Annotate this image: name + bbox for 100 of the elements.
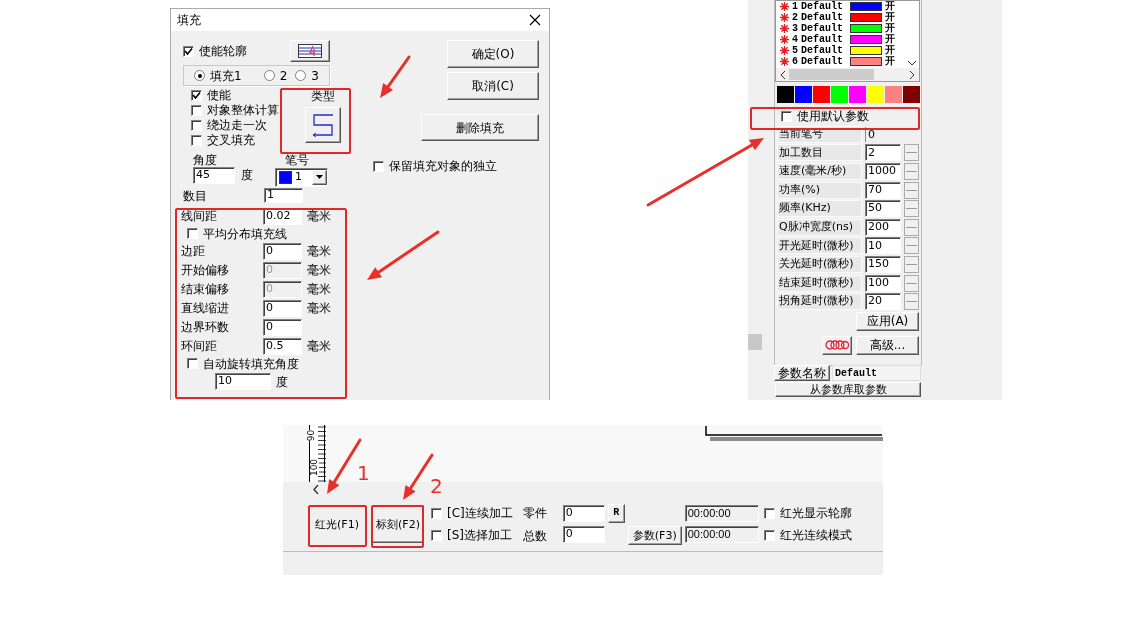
- asterisk-icon: [780, 13, 789, 22]
- radio-button[interactable]: 2: [263, 69, 288, 82]
- fill-type-button[interactable]: [305, 107, 341, 143]
- input-field[interactable]: 200: [865, 218, 901, 236]
- dialog-button[interactable]: 删除填充: [421, 114, 539, 141]
- input-field[interactable]: 10: [215, 373, 271, 391]
- unit-label: 毫米: [307, 281, 331, 299]
- input-field[interactable]: 20: [865, 293, 901, 311]
- reset-button[interactable]: R: [607, 503, 625, 523]
- scroll-right-icon[interactable]: [910, 70, 915, 79]
- counter-label: 零件: [522, 504, 547, 522]
- input-field[interactable]: 0.5: [263, 337, 302, 355]
- advanced-button[interactable]: 高级...: [856, 335, 919, 355]
- load-params-button[interactable]: 从参数库取参数: [775, 381, 921, 397]
- caret-icon: [316, 175, 323, 180]
- color-swatch[interactable]: [777, 86, 794, 103]
- input-field[interactable]: 1: [264, 188, 303, 204]
- spinner-icon[interactable]: [904, 144, 919, 162]
- scroll-left-icon[interactable]: [780, 70, 785, 79]
- serpentine-icon: [310, 113, 336, 137]
- option-checkbox[interactable]: 对象整体计算: [191, 104, 279, 116]
- radio-button[interactable]: 填充1: [194, 69, 242, 82]
- param-value: 0: [865, 126, 875, 142]
- hatch-button[interactable]: [290, 40, 330, 62]
- option-checkbox[interactable]: 交叉填充: [191, 134, 279, 146]
- field-label: 笔号: [285, 154, 310, 167]
- input-field[interactable]: 1000: [865, 163, 901, 180]
- field-label: 角度: [193, 154, 218, 167]
- color-swatch[interactable]: [795, 86, 812, 103]
- input-field[interactable]: 10: [865, 237, 901, 255]
- param-label: Q脉冲宽度(ns): [777, 218, 862, 236]
- color-swatch[interactable]: [885, 86, 902, 103]
- input-field[interactable]: 45: [193, 166, 235, 184]
- hatch-icon: [298, 44, 322, 58]
- unit-label: 毫米: [307, 300, 331, 318]
- pen-name: Default: [801, 33, 844, 45]
- input-field[interactable]: 0: [562, 526, 605, 543]
- dialog-button[interactable]: 确定(O): [447, 40, 539, 68]
- pen-row[interactable]: 4 Default 开: [776, 34, 919, 45]
- option-checkbox[interactable]: 使能: [191, 89, 279, 101]
- input-field[interactable]: 0: [263, 318, 302, 336]
- spinner-icon[interactable]: [904, 274, 919, 292]
- input-field[interactable]: 0: [263, 242, 302, 260]
- color-swatch[interactable]: [903, 86, 920, 103]
- mode-checkbox[interactable]: [S]选择加工: [431, 529, 513, 541]
- mode-checkbox[interactable]: [C]连续加工: [431, 507, 513, 519]
- rings-button[interactable]: [822, 335, 852, 355]
- preview-checkbox[interactable]: 红光显示轮廓: [763, 507, 852, 519]
- scrollbar-thumb[interactable]: [789, 69, 874, 80]
- close-icon[interactable]: [529, 14, 541, 26]
- input-field[interactable]: 0: [562, 505, 605, 522]
- pen-dropdown[interactable]: 1: [275, 167, 328, 187]
- setting-checkbox[interactable]: 自动旋转填充角度: [187, 357, 299, 370]
- input-field[interactable]: 150: [865, 255, 901, 273]
- field-label: 边界环数: [181, 319, 230, 337]
- option-checkbox[interactable]: 绕边走一次: [191, 119, 279, 131]
- highlight-frame: [371, 505, 424, 548]
- spinner-icon[interactable]: [904, 293, 919, 311]
- asterisk-icon: [780, 24, 789, 33]
- input-field[interactable]: 100: [865, 274, 901, 292]
- pen-row[interactable]: 1 Default 开: [776, 1, 919, 12]
- pen-number: 3: [792, 22, 798, 35]
- pen-row[interactable]: 2 Default 开: [776, 12, 919, 23]
- scroll-down-icon[interactable]: [908, 61, 916, 66]
- spinner-icon[interactable]: [904, 237, 919, 255]
- spinner-icon[interactable]: [904, 181, 919, 199]
- enable-contour-checkbox[interactable]: 使能轮廓: [183, 45, 247, 57]
- radio-button[interactable]: 3: [295, 69, 319, 82]
- input-field[interactable]: 70: [865, 181, 901, 199]
- input-field[interactable]: 0: [263, 299, 302, 317]
- param-label: 开光延时(微秒): [777, 237, 862, 255]
- spinner-icon[interactable]: [904, 255, 919, 273]
- param-label: 拐角延时(微秒): [777, 293, 862, 311]
- keep-independent-checkbox[interactable]: 保留填充对象的独立: [373, 160, 497, 172]
- use-default-checkbox[interactable]: 使用默认参数: [781, 110, 921, 122]
- pen-number: 2: [792, 11, 798, 24]
- pen-row[interactable]: 6 Default 开: [776, 56, 919, 67]
- pen-state: 开: [885, 11, 896, 23]
- preview-checkbox[interactable]: 红光连续模式: [763, 529, 852, 541]
- setting-checkbox[interactable]: 平均分布填充线: [187, 227, 287, 240]
- param-name-field[interactable]: Default: [832, 364, 921, 381]
- params-button[interactable]: 参数(F3): [627, 525, 682, 545]
- spinner-icon[interactable]: [904, 163, 919, 180]
- dialog-button[interactable]: 取消(C): [447, 72, 539, 100]
- color-swatch[interactable]: [867, 86, 884, 103]
- input-field[interactable]: 2: [865, 144, 901, 162]
- field-label: 结束偏移: [181, 281, 230, 299]
- pen-row[interactable]: 3 Default 开: [776, 23, 919, 34]
- step-number: 1: [357, 463, 370, 483]
- spinner-icon[interactable]: [904, 200, 919, 218]
- scroll-left-icon[interactable]: [313, 485, 319, 494]
- input-field[interactable]: 50: [865, 200, 901, 218]
- color-swatch[interactable]: [849, 86, 866, 103]
- color-swatch[interactable]: [813, 86, 830, 103]
- ruler-label: 100: [310, 458, 320, 477]
- color-swatch[interactable]: [831, 86, 848, 103]
- time-field: 00:00:00: [684, 526, 759, 543]
- pen-row[interactable]: 5 Default 开: [776, 45, 919, 56]
- spinner-icon[interactable]: [904, 218, 919, 236]
- apply-button[interactable]: 应用(A): [856, 311, 919, 331]
